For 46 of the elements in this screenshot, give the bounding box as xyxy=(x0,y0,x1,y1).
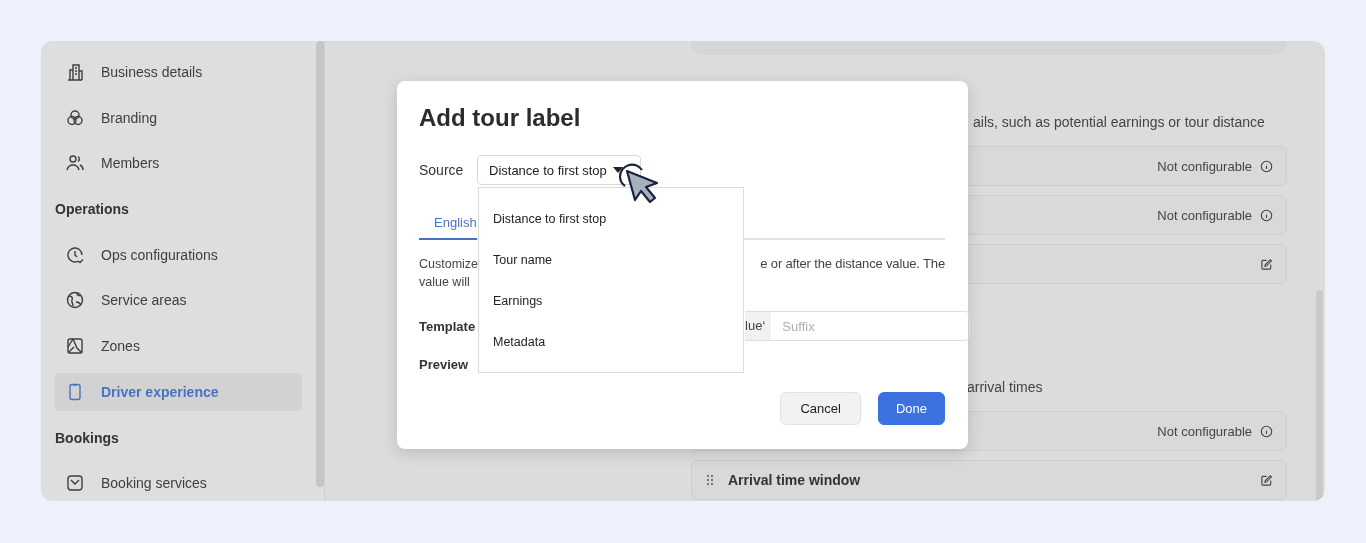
description-text: Customize xyxy=(419,256,477,273)
done-button[interactable]: Done xyxy=(877,392,945,425)
dropdown-option[interactable]: Metadata xyxy=(479,322,743,363)
row-title: Arrival time window xyxy=(728,472,861,488)
dropdown-option[interactable]: Distance to first stop xyxy=(479,199,743,240)
circles-icon xyxy=(65,107,85,128)
sidebar-item[interactable]: Business details xyxy=(55,53,302,91)
caret-icon xyxy=(612,167,623,173)
suffix-field[interactable]: Suffix xyxy=(771,312,970,340)
scrollbar[interactable] xyxy=(316,41,324,487)
dialog-title: Add tour label xyxy=(419,103,582,133)
status-text: Not configurable xyxy=(1157,158,1252,174)
field-label: Source xyxy=(419,162,465,178)
sidebar-item[interactable]: Zones xyxy=(55,327,302,366)
dropdown-option[interactable]: Earnings xyxy=(479,281,743,322)
sidebar-item[interactable]: Service areas xyxy=(55,281,302,320)
edit-icon[interactable] xyxy=(1260,473,1273,487)
inbox-icon xyxy=(65,473,85,494)
dropdown-option[interactable]: Tour name xyxy=(479,240,743,281)
drag-handle-icon[interactable] xyxy=(706,474,714,486)
building-icon xyxy=(65,62,85,82)
sidebar-item[interactable]: Members xyxy=(55,144,302,183)
sidebar-item[interactable]: Ops configurations xyxy=(55,235,302,274)
clock-icon xyxy=(65,244,85,265)
description-text: e or after the distance value. The xyxy=(760,255,945,273)
description-text: ails, such as potential earnings or tour distance xyxy=(972,114,1266,130)
globe-icon xyxy=(65,290,85,311)
info-icon[interactable] xyxy=(1260,424,1273,438)
info-icon[interactable] xyxy=(1260,159,1273,173)
field-label: Template xyxy=(419,318,476,334)
sidebar-item[interactable]: Branding xyxy=(55,98,302,137)
info-icon[interactable] xyxy=(1260,208,1273,222)
section-heading: Operations xyxy=(55,200,130,220)
cancel-button[interactable]: Cancel xyxy=(780,392,861,425)
template-field[interactable]: lue‘ Suffix xyxy=(745,311,971,341)
description-text: value will xyxy=(419,274,471,291)
sidebar-item[interactable]: Booking services xyxy=(55,464,302,501)
scrollbar[interactable] xyxy=(1316,290,1323,501)
section-text: arrival times xyxy=(966,379,1044,395)
section-heading: Bookings xyxy=(55,428,120,448)
status-text: Not configurable xyxy=(1157,207,1252,223)
status-text: Not configurable xyxy=(1157,423,1252,439)
field-label: Preview xyxy=(419,357,469,372)
edit-icon[interactable] xyxy=(1260,257,1273,271)
template-addon: lue‘ xyxy=(745,312,772,340)
map-icon xyxy=(65,336,85,357)
